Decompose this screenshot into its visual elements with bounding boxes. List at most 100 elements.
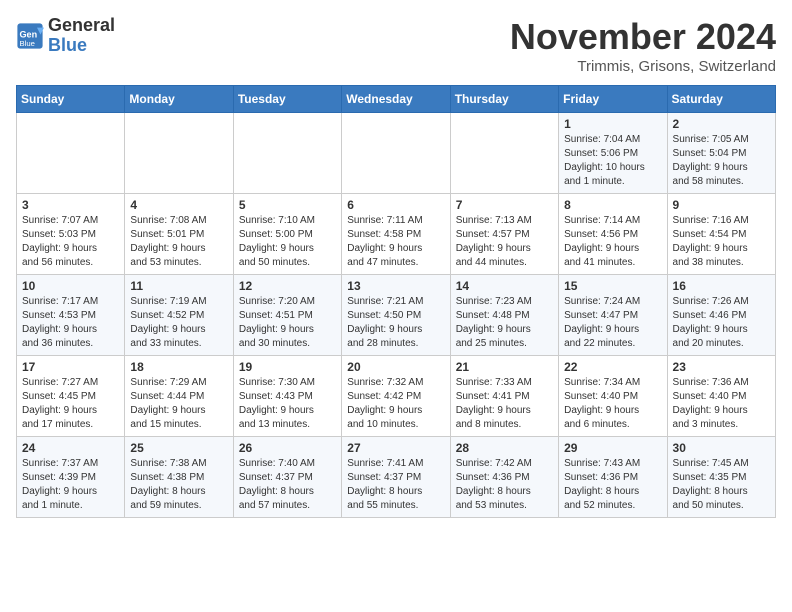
day-info: Sunrise: 7:23 AM Sunset: 4:48 PM Dayligh… xyxy=(456,295,553,351)
day-info: Sunrise: 7:11 AM Sunset: 4:58 PM Dayligh… xyxy=(347,214,444,270)
day-number: 18 xyxy=(130,360,227,374)
day-number: 7 xyxy=(456,198,553,212)
day-info: Sunrise: 7:27 AM Sunset: 4:45 PM Dayligh… xyxy=(22,376,119,432)
day-number: 2 xyxy=(673,117,770,131)
day-info: Sunrise: 7:45 AM Sunset: 4:35 PM Dayligh… xyxy=(673,457,770,513)
calendar-cell: 5 Sunrise: 7:10 AM Sunset: 5:00 PM Daylig… xyxy=(233,194,341,275)
day-number: 13 xyxy=(347,279,444,293)
calendar-week-row: 1 Sunrise: 7:04 AM Sunset: 5:06 PM Daylig… xyxy=(17,113,776,194)
day-info: Sunrise: 7:34 AM Sunset: 4:40 PM Dayligh… xyxy=(564,376,661,432)
calendar-cell: 18 Sunrise: 7:29 AM Sunset: 4:44 PM Dayli… xyxy=(125,356,233,437)
calendar-cell: 3Sunrise: 7:07 AM Sunset: 5:03 PM Daylig… xyxy=(17,194,125,275)
calendar-cell: 15Sunrise: 7:24 AM Sunset: 4:47 PM Dayli… xyxy=(559,275,667,356)
calendar-cell: 17 Sunrise: 7:27 AM Sunset: 4:45 PM Dayli… xyxy=(17,356,125,437)
day-info: Sunrise: 7:40 AM Sunset: 4:37 PM Dayligh… xyxy=(239,457,336,513)
day-info: Sunrise: 7:41 AM Sunset: 4:37 PM Dayligh… xyxy=(347,457,444,513)
calendar-table: SundayMondayTuesdayWednesdayThursdayFrid… xyxy=(16,85,776,518)
day-number: 1 xyxy=(564,117,661,131)
calendar-cell: 19Sunrise: 7:30 AM Sunset: 4:43 PM Dayli… xyxy=(233,356,341,437)
logo-line2: Blue xyxy=(48,36,115,56)
day-number: 22 xyxy=(564,360,661,374)
calendar-cell: 10Sunrise: 7:17 AM Sunset: 4:53 PM Dayli… xyxy=(17,275,125,356)
day-info: Sunrise: 7:36 AM Sunset: 4:40 PM Dayligh… xyxy=(673,376,770,432)
day-info: Sunrise: 7:26 AM Sunset: 4:46 PM Dayligh… xyxy=(673,295,770,351)
calendar-cell: 23 Sunrise: 7:36 AM Sunset: 4:40 PM Dayli… xyxy=(667,356,775,437)
day-info: Sunrise: 7:38 AM Sunset: 4:38 PM Dayligh… xyxy=(130,457,227,513)
weekday-header: Sunday xyxy=(17,86,125,113)
calendar-cell: 30 Sunrise: 7:45 AM Sunset: 4:35 PM Dayli… xyxy=(667,437,775,518)
weekday-header: Monday xyxy=(125,86,233,113)
day-info: Sunrise: 7:13 AM Sunset: 4:57 PM Dayligh… xyxy=(456,214,553,270)
calendar-cell xyxy=(450,113,558,194)
calendar-cell: 13 Sunrise: 7:21 AM Sunset: 4:50 PM Dayli… xyxy=(342,275,450,356)
calendar-cell: 2 Sunrise: 7:05 AM Sunset: 5:04 PM Daylig… xyxy=(667,113,775,194)
day-number: 12 xyxy=(239,279,336,293)
calendar-cell xyxy=(17,113,125,194)
day-number: 15 xyxy=(564,279,661,293)
calendar-cell xyxy=(342,113,450,194)
calendar-cell: 22 Sunrise: 7:34 AM Sunset: 4:40 PM Dayli… xyxy=(559,356,667,437)
logo-line1: General xyxy=(48,16,115,36)
calendar-cell: 21 Sunrise: 7:33 AM Sunset: 4:41 PM Dayli… xyxy=(450,356,558,437)
calendar-cell: 25 Sunrise: 7:38 AM Sunset: 4:38 PM Dayli… xyxy=(125,437,233,518)
day-info: Sunrise: 7:10 AM Sunset: 5:00 PM Dayligh… xyxy=(239,214,336,270)
weekday-header: Friday xyxy=(559,86,667,113)
day-info: Sunrise: 7:05 AM Sunset: 5:04 PM Dayligh… xyxy=(673,133,770,189)
svg-text:Blue: Blue xyxy=(20,39,35,48)
day-number: 17 xyxy=(22,360,119,374)
day-number: 25 xyxy=(130,441,227,455)
weekday-header: Saturday xyxy=(667,86,775,113)
calendar-cell: 12Sunrise: 7:20 AM Sunset: 4:51 PM Dayli… xyxy=(233,275,341,356)
day-number: 9 xyxy=(673,198,770,212)
day-number: 26 xyxy=(239,441,336,455)
day-info: Sunrise: 7:21 AM Sunset: 4:50 PM Dayligh… xyxy=(347,295,444,351)
calendar-cell: 14 Sunrise: 7:23 AM Sunset: 4:48 PM Dayli… xyxy=(450,275,558,356)
weekday-header: Tuesday xyxy=(233,86,341,113)
calendar-cell: 28Sunrise: 7:42 AM Sunset: 4:36 PM Dayli… xyxy=(450,437,558,518)
day-number: 23 xyxy=(673,360,770,374)
calendar-cell: 6 Sunrise: 7:11 AM Sunset: 4:58 PM Daylig… xyxy=(342,194,450,275)
day-number: 3 xyxy=(22,198,119,212)
calendar-cell: 20Sunrise: 7:32 AM Sunset: 4:42 PM Dayli… xyxy=(342,356,450,437)
calendar-week-row: 3Sunrise: 7:07 AM Sunset: 5:03 PM Daylig… xyxy=(17,194,776,275)
day-info: Sunrise: 7:14 AM Sunset: 4:56 PM Dayligh… xyxy=(564,214,661,270)
day-number: 30 xyxy=(673,441,770,455)
calendar-cell: 24 Sunrise: 7:37 AM Sunset: 4:39 PM Dayli… xyxy=(17,437,125,518)
day-info: Sunrise: 7:19 AM Sunset: 4:52 PM Dayligh… xyxy=(130,295,227,351)
day-info: Sunrise: 7:04 AM Sunset: 5:06 PM Dayligh… xyxy=(564,133,661,189)
day-info: Sunrise: 7:33 AM Sunset: 4:41 PM Dayligh… xyxy=(456,376,553,432)
logo-icon: Gen Blue xyxy=(16,22,44,50)
weekday-header: Wednesday xyxy=(342,86,450,113)
day-number: 5 xyxy=(239,198,336,212)
day-number: 8 xyxy=(564,198,661,212)
calendar-week-row: 10Sunrise: 7:17 AM Sunset: 4:53 PM Dayli… xyxy=(17,275,776,356)
day-number: 21 xyxy=(456,360,553,374)
day-info: Sunrise: 7:43 AM Sunset: 4:36 PM Dayligh… xyxy=(564,457,661,513)
calendar-cell: 9Sunrise: 7:16 AM Sunset: 4:54 PM Daylig… xyxy=(667,194,775,275)
day-number: 24 xyxy=(22,441,119,455)
calendar-cell: 8 Sunrise: 7:14 AM Sunset: 4:56 PM Daylig… xyxy=(559,194,667,275)
day-info: Sunrise: 7:29 AM Sunset: 4:44 PM Dayligh… xyxy=(130,376,227,432)
day-number: 14 xyxy=(456,279,553,293)
day-number: 10 xyxy=(22,279,119,293)
day-number: 4 xyxy=(130,198,227,212)
calendar-week-row: 17 Sunrise: 7:27 AM Sunset: 4:45 PM Dayli… xyxy=(17,356,776,437)
day-info: Sunrise: 7:30 AM Sunset: 4:43 PM Dayligh… xyxy=(239,376,336,432)
day-info: Sunrise: 7:08 AM Sunset: 5:01 PM Dayligh… xyxy=(130,214,227,270)
page-header: Gen Blue General Blue November 2024 Trim… xyxy=(16,16,776,75)
day-info: Sunrise: 7:42 AM Sunset: 4:36 PM Dayligh… xyxy=(456,457,553,513)
location: Trimmis, Grisons, Switzerland xyxy=(510,58,776,75)
svg-text:Gen: Gen xyxy=(20,29,38,39)
calendar-cell: 7 Sunrise: 7:13 AM Sunset: 4:57 PM Daylig… xyxy=(450,194,558,275)
calendar-week-row: 24 Sunrise: 7:37 AM Sunset: 4:39 PM Dayli… xyxy=(17,437,776,518)
calendar-cell: 29Sunrise: 7:43 AM Sunset: 4:36 PM Dayli… xyxy=(559,437,667,518)
logo: Gen Blue General Blue xyxy=(16,16,115,56)
day-number: 6 xyxy=(347,198,444,212)
calendar-header-row: SundayMondayTuesdayWednesdayThursdayFrid… xyxy=(17,86,776,113)
calendar-cell xyxy=(233,113,341,194)
calendar-cell: 11 Sunrise: 7:19 AM Sunset: 4:52 PM Dayli… xyxy=(125,275,233,356)
day-number: 16 xyxy=(673,279,770,293)
day-info: Sunrise: 7:37 AM Sunset: 4:39 PM Dayligh… xyxy=(22,457,119,513)
day-number: 11 xyxy=(130,279,227,293)
calendar-cell xyxy=(125,113,233,194)
